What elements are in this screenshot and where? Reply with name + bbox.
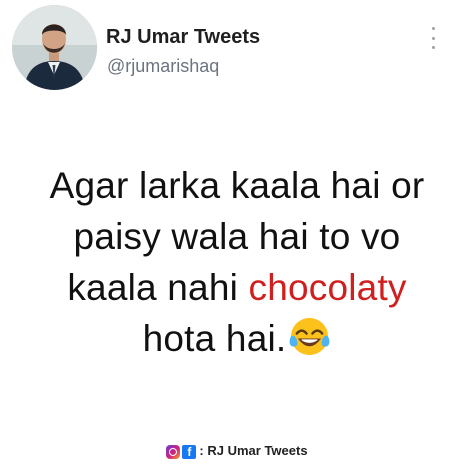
dot xyxy=(431,36,435,40)
avatar-photo xyxy=(12,5,97,90)
highlighted-word: chocolaty xyxy=(248,267,407,308)
avatar[interactable] xyxy=(12,5,97,90)
instagram-icon[interactable] xyxy=(166,444,181,459)
dot xyxy=(431,46,435,49)
dot xyxy=(431,27,435,30)
tweet-text: Agar larka kaala hai or paisy wala hai t… xyxy=(0,160,474,364)
footer-credit-text: : RJ Umar Tweets xyxy=(199,443,308,458)
user-handle[interactable]: @rjumarishaq xyxy=(107,56,219,77)
more-options-icon[interactable] xyxy=(430,27,436,49)
tweet-line-text: hota hai. xyxy=(142,318,287,359)
tweet-line: hota hai. xyxy=(0,313,474,364)
tweet-line-text: kaala nahi xyxy=(67,267,249,308)
tears-of-joy-emoji-icon xyxy=(289,317,330,356)
tweet-card: RJ Umar Tweets @rjumarishaq Agar larka k… xyxy=(0,0,474,474)
social-icons: f xyxy=(166,444,197,459)
footer-credit: f : RJ Umar Tweets xyxy=(0,443,474,459)
facebook-icon[interactable]: f xyxy=(182,444,197,459)
display-name[interactable]: RJ Umar Tweets xyxy=(106,26,260,49)
tweet-line: kaala nahi chocolaty xyxy=(0,262,474,313)
tweet-line: Agar larka kaala hai or xyxy=(49,165,425,206)
tweet-line: paisy wala hai to vo xyxy=(73,216,401,257)
